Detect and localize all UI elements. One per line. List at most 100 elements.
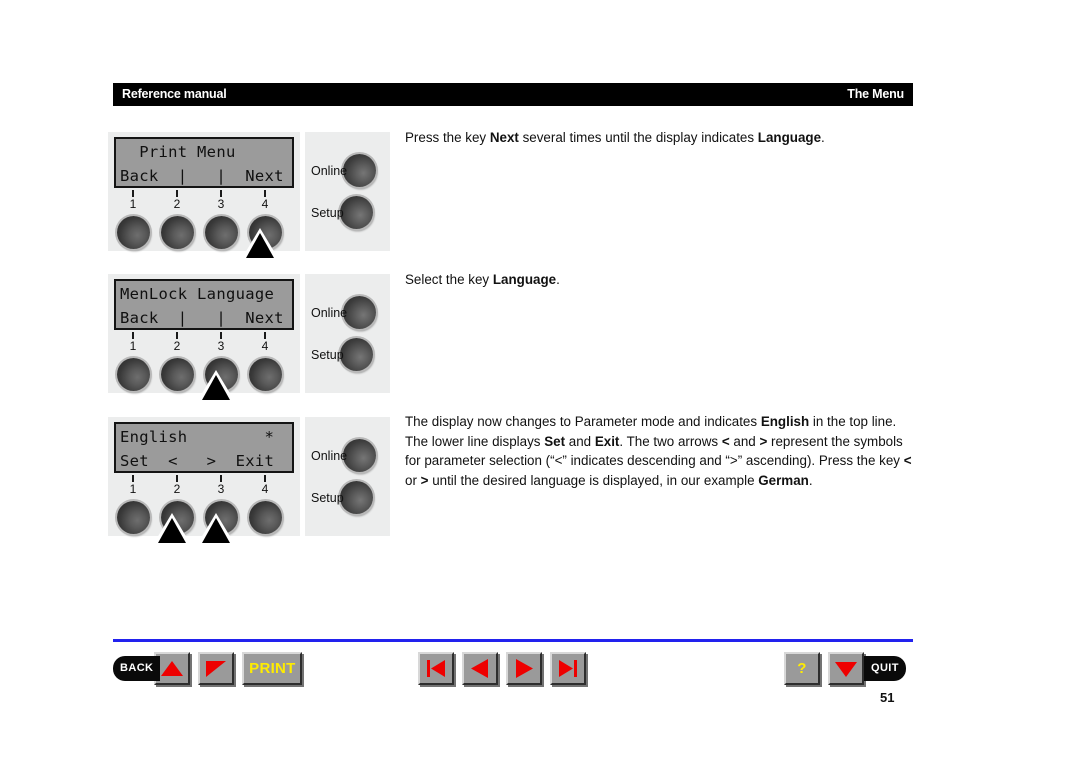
setup-button[interactable]: Setup <box>311 481 373 514</box>
header-left-title: Reference manual <box>122 87 227 102</box>
key-number-1: 1 <box>116 190 150 210</box>
key-number-2: 2 <box>160 475 194 495</box>
panel-key-1[interactable] <box>117 358 150 391</box>
online-button-key[interactable] <box>343 439 377 472</box>
step-1-illustration: Print Menu Back | | Next 1 2 3 4 Online … <box>108 132 390 258</box>
operator-panel: English * Set < > Exit 1 2 3 4 <box>108 417 300 543</box>
step-3-illustration: English * Set < > Exit 1 2 3 4 Online Se… <box>108 417 390 543</box>
panel-key-3[interactable] <box>205 216 238 249</box>
tick-mark-icon <box>264 332 266 339</box>
online-button[interactable]: Online <box>311 439 377 472</box>
footer-toolbar-right: ? QUIT <box>784 652 906 685</box>
key-number-1: 1 <box>116 475 150 495</box>
lcd-display: MenLock Language Back | | Next <box>114 279 294 330</box>
previous-page-button[interactable] <box>462 652 498 685</box>
lcd-line-2: Back | | Next <box>120 309 284 327</box>
lcd-display: Print Menu Back | | Next <box>114 137 294 188</box>
print-button-label: PRINT <box>249 660 296 677</box>
step-1-text: Press the key Next several times until t… <box>405 130 825 145</box>
tick-mark-icon <box>176 190 178 197</box>
panel-key-1[interactable] <box>117 216 150 249</box>
press-pointer-icon <box>240 228 280 258</box>
panel-key-4[interactable] <box>249 501 282 534</box>
footer-divider <box>113 639 913 642</box>
lcd-display: English * Set < > Exit <box>114 422 294 473</box>
lcd-line-1: MenLock Language <box>120 285 275 303</box>
page-header-bar: Reference manual The Menu <box>113 83 913 106</box>
key-number-4: 4 <box>248 190 282 210</box>
setup-button[interactable]: Setup <box>311 338 373 371</box>
page-number: 51 <box>880 690 895 705</box>
back-button[interactable]: BACK <box>113 656 161 681</box>
scroll-down-button[interactable] <box>828 652 864 685</box>
help-button[interactable]: ? <box>784 652 820 685</box>
lcd-line-2: Back | | Next <box>120 167 284 185</box>
tick-mark-icon <box>176 475 178 482</box>
setup-button-key[interactable] <box>339 196 373 229</box>
lcd-line-1: Print Menu <box>120 143 236 161</box>
key-number-2: 2 <box>160 332 194 352</box>
online-button-label: Online <box>311 163 348 178</box>
tick-mark-icon <box>132 190 134 197</box>
online-button-key[interactable] <box>343 154 377 187</box>
key-number-3: 3 <box>204 190 238 210</box>
operator-panel: MenLock Language Back | | Next 1 2 3 4 <box>108 274 300 400</box>
step-2-illustration: MenLock Language Back | | Next 1 2 3 4 O… <box>108 274 390 400</box>
online-button[interactable]: Online <box>311 296 377 329</box>
quit-button[interactable]: QUIT <box>864 656 906 681</box>
tick-mark-icon <box>220 332 222 339</box>
key-number-4: 4 <box>248 332 282 352</box>
header-right-title: The Menu <box>847 87 904 102</box>
print-button[interactable]: PRINT <box>242 652 303 685</box>
online-setup-panel: Online Setup <box>305 417 390 536</box>
press-pointer-icon <box>152 513 192 543</box>
online-button-label: Online <box>311 305 348 320</box>
tick-mark-icon <box>264 475 266 482</box>
scroll-down-button[interactable] <box>198 652 235 685</box>
tick-mark-icon <box>132 475 134 482</box>
next-page-button[interactable] <box>506 652 542 685</box>
triangle-left-icon <box>471 659 488 678</box>
setup-button-label: Setup <box>311 205 344 220</box>
last-page-button[interactable] <box>550 652 586 685</box>
key-number-row: 1 2 3 4 <box>114 332 294 358</box>
online-button-label: Online <box>311 448 348 463</box>
setup-button-key[interactable] <box>339 338 373 371</box>
triangle-up-icon <box>161 661 184 676</box>
skip-last-icon <box>559 660 577 677</box>
online-button-key[interactable] <box>343 296 377 329</box>
lcd-line-2: Set < > Exit <box>120 452 275 470</box>
setup-button-key[interactable] <box>339 481 373 514</box>
footer-toolbar-left: BACK PRINT <box>113 652 310 685</box>
press-pointer-icon <box>196 513 236 543</box>
step-3-text: The display now changes to Parameter mod… <box>405 414 912 488</box>
key-number-1: 1 <box>116 332 150 352</box>
step-2-text: Select the key Language. <box>405 272 560 287</box>
online-button[interactable]: Online <box>311 154 377 187</box>
setup-button[interactable]: Setup <box>311 196 373 229</box>
tick-mark-icon <box>264 190 266 197</box>
key-number-3: 3 <box>204 475 238 495</box>
panel-key-2[interactable] <box>161 358 194 391</box>
online-setup-panel: Online Setup <box>305 274 390 393</box>
footer-toolbar-center <box>418 652 594 685</box>
panel-key-4[interactable] <box>249 358 282 391</box>
help-button-label: ? <box>797 660 807 677</box>
setup-button-label: Setup <box>311 490 344 505</box>
key-number-row: 1 2 3 4 <box>114 475 294 501</box>
tick-mark-icon <box>176 332 178 339</box>
tick-mark-icon <box>220 475 222 482</box>
operator-panel: Print Menu Back | | Next 1 2 3 4 <box>108 132 300 258</box>
key-number-2: 2 <box>160 190 194 210</box>
triangle-down-left-icon <box>206 661 227 677</box>
panel-key-1[interactable] <box>117 501 150 534</box>
key-number-4: 4 <box>248 475 282 495</box>
lcd-line-1: English * <box>120 428 275 446</box>
panel-key-2[interactable] <box>161 216 194 249</box>
skip-first-icon <box>427 660 445 677</box>
tick-mark-icon <box>220 190 222 197</box>
first-page-button[interactable] <box>418 652 454 685</box>
triangle-right-icon <box>516 659 533 678</box>
online-setup-panel: Online Setup <box>305 132 390 251</box>
setup-button-label: Setup <box>311 347 344 362</box>
